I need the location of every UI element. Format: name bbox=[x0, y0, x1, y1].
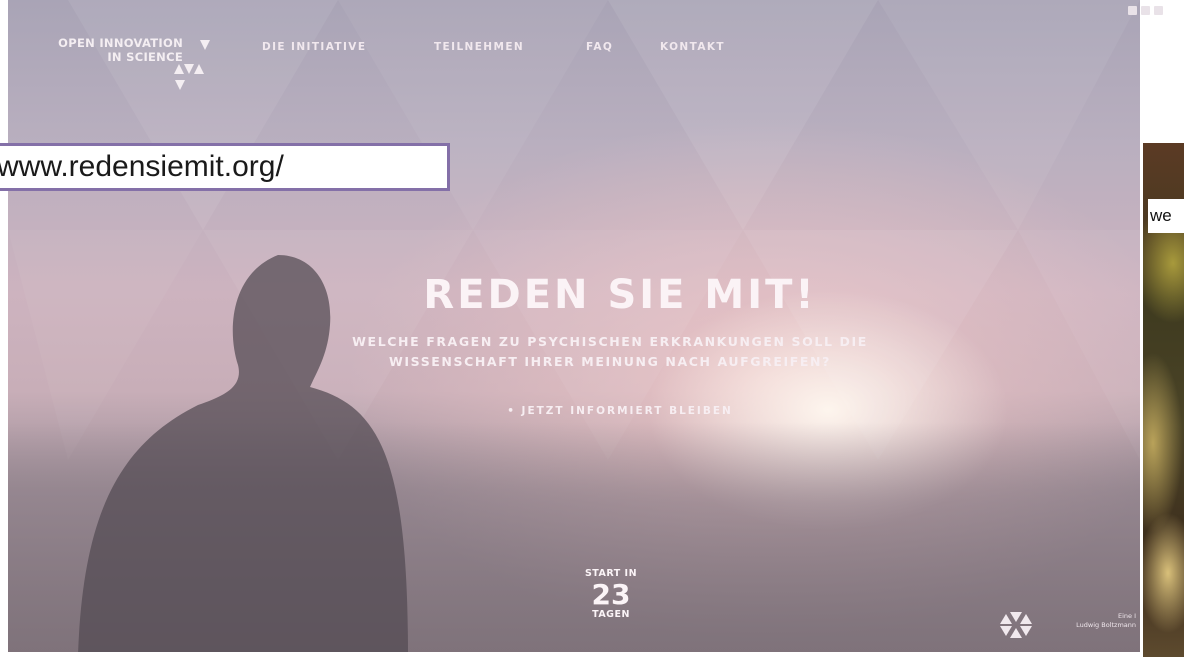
twitter-icon[interactable] bbox=[1141, 6, 1150, 15]
footer-line-2: Ludwig Boltzmann bbox=[1076, 621, 1136, 629]
hero-subline-2: WISSENSCHAFT IHRER MEINUNG NACH AUFGREIF… bbox=[389, 354, 831, 369]
logo-line-2: IN SCIENCE bbox=[107, 50, 183, 64]
nav-teilnehmen[interactable]: TEILNEHMEN bbox=[434, 41, 524, 53]
hero-subline-1: WELCHE FRAGEN ZU PSYCHISCHEN ERKRANKUNGE… bbox=[352, 334, 868, 349]
countdown: START IN 23 TAGEN bbox=[566, 568, 656, 620]
side-photo: we bbox=[1143, 143, 1184, 657]
hero-background bbox=[8, 0, 1140, 652]
nav-faq[interactable]: FAQ bbox=[586, 41, 613, 53]
triangle-logo-icon bbox=[174, 40, 210, 90]
hero-subline: WELCHE FRAGEN ZU PSYCHISCHEN ERKRANKUNGE… bbox=[240, 332, 980, 372]
countdown-unit: TAGEN bbox=[592, 609, 630, 620]
side-photo-label: we bbox=[1148, 199, 1184, 233]
url-annotation-box: www.redensiemit.org/ bbox=[0, 143, 450, 191]
facebook-icon[interactable] bbox=[1128, 6, 1137, 15]
logo-line-1: OPEN INNOVATION bbox=[58, 36, 183, 50]
site-logo-text[interactable]: OPEN INNOVATION IN SCIENCE bbox=[8, 36, 183, 64]
partner-logo-icon bbox=[1000, 612, 1032, 638]
countdown-number: 23 bbox=[591, 578, 631, 611]
nav-kontakt[interactable]: KONTAKT bbox=[660, 41, 725, 53]
footer-line-1: Eine I bbox=[1117, 612, 1136, 620]
share-icon[interactable] bbox=[1154, 6, 1163, 15]
stay-informed-link[interactable]: • JETZT INFORMIERT BLEIBEN bbox=[420, 405, 820, 417]
url-text: www.redensiemit.org/ bbox=[0, 150, 284, 183]
social-icons bbox=[1128, 6, 1163, 15]
hero-headline: REDEN SIE MIT! bbox=[423, 272, 817, 318]
nav-die-initiative[interactable]: DIE INITIATIVE bbox=[262, 41, 366, 53]
person-silhouette bbox=[78, 255, 408, 652]
footer-credit: Eine I Ludwig Boltzmann bbox=[1040, 612, 1136, 630]
